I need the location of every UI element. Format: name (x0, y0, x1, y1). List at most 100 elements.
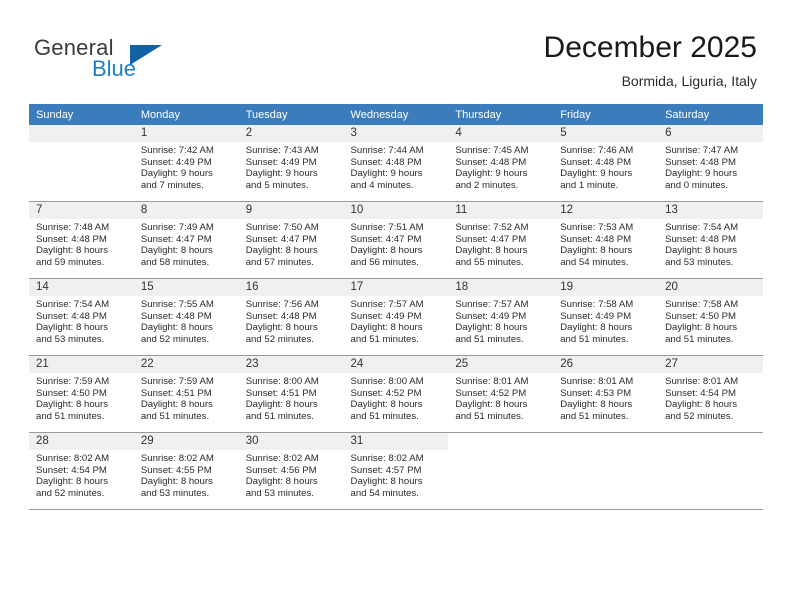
sunrise-text: Sunrise: 7:58 AM (560, 299, 634, 310)
sunset-text: Sunset: 4:49 PM (245, 156, 317, 168)
day-cell[interactable]: 25 Sunrise: 8:01 AM Sunset: 4:52 PM Dayl… (448, 355, 554, 433)
sunset-text: Sunset: 4:51 PM (140, 387, 212, 399)
daylight-text-line1: Daylight: 9 hours (350, 168, 423, 180)
day-number: 13 (658, 202, 763, 219)
daylight-text-line1: Daylight: 8 hours (245, 322, 318, 334)
calendar-grid: Sunday Monday Tuesday Wednesday Thursday… (29, 104, 763, 510)
sunset-text: Sunset: 4:57 PM (350, 464, 422, 476)
sunset-text: Sunset: 4:52 PM (455, 387, 527, 399)
daylight-text-line2: and 52 minutes. (140, 333, 210, 345)
sunrise-text: Sunrise: 7:56 AM (245, 299, 319, 310)
weekday-header-friday: Friday (553, 104, 659, 125)
day-cell[interactable]: 27 Sunrise: 8:01 AM Sunset: 4:54 PM Dayl… (658, 355, 763, 433)
day-number: 12 (553, 202, 659, 219)
day-cell[interactable]: 12 Sunrise: 7:53 AM Sunset: 4:48 PM Dayl… (553, 201, 659, 279)
day-cell[interactable]: 6 Sunrise: 7:47 AM Sunset: 4:48 PM Dayli… (658, 125, 763, 202)
day-cell-inner: 1 Sunrise: 7:42 AM Sunset: 4:49 PM Dayli… (133, 125, 239, 201)
day-cell[interactable]: 19 Sunrise: 7:58 AM Sunset: 4:49 PM Dayl… (553, 278, 659, 356)
sunrise-text: Sunrise: 8:02 AM (245, 453, 319, 464)
day-number: 28 (29, 433, 134, 450)
day-cell[interactable]: 16 Sunrise: 7:56 AM Sunset: 4:48 PM Dayl… (238, 278, 344, 356)
day-cell[interactable]: 11 Sunrise: 7:52 AM Sunset: 4:47 PM Dayl… (448, 201, 554, 279)
day-cell[interactable]: 26 Sunrise: 8:01 AM Sunset: 4:53 PM Dayl… (553, 355, 659, 433)
day-cell[interactable]: 17 Sunrise: 7:57 AM Sunset: 4:49 PM Dayl… (343, 278, 449, 356)
day-cell-inner: 11 Sunrise: 7:52 AM Sunset: 4:47 PM Dayl… (448, 202, 554, 278)
daylight-text-line2: and 59 minutes. (36, 256, 105, 268)
day-cell[interactable]: 31 Sunrise: 8:02 AM Sunset: 4:57 PM Dayl… (343, 432, 449, 510)
sunrise-text: Sunrise: 7:54 AM (665, 222, 739, 233)
day-cell-inner: 23 Sunrise: 8:00 AM Sunset: 4:51 PM Dayl… (238, 356, 344, 432)
day-cell[interactable]: 30 Sunrise: 8:02 AM Sunset: 4:56 PM Dayl… (238, 432, 344, 510)
day-cell[interactable]: 4 Sunrise: 7:45 AM Sunset: 4:48 PM Dayli… (448, 125, 554, 202)
sunrise-text: Sunrise: 7:49 AM (140, 222, 214, 233)
day-cell[interactable]: 29 Sunrise: 8:02 AM Sunset: 4:55 PM Dayl… (133, 432, 239, 510)
day-cell[interactable]: 8 Sunrise: 7:49 AM Sunset: 4:47 PM Dayli… (133, 201, 239, 279)
day-details: Sunrise: 7:43 AM Sunset: 4:49 PM Dayligh… (239, 142, 344, 191)
daylight-text-line2: and 51 minutes. (665, 333, 734, 345)
calendar-header-row: Sunday Monday Tuesday Wednesday Thursday… (29, 104, 763, 125)
day-cell-inner: 21 Sunrise: 7:59 AM Sunset: 4:50 PM Dayl… (29, 356, 134, 432)
day-cell-inner: 26 Sunrise: 8:01 AM Sunset: 4:53 PM Dayl… (553, 356, 659, 432)
day-cell[interactable]: 18 Sunrise: 7:57 AM Sunset: 4:49 PM Dayl… (448, 278, 554, 356)
day-cell[interactable]: 2 Sunrise: 7:43 AM Sunset: 4:49 PM Dayli… (238, 125, 344, 202)
daylight-text-line2: and 2 minutes. (455, 179, 519, 191)
day-number: 4 (448, 125, 554, 142)
day-cell-inner: 7 Sunrise: 7:48 AM Sunset: 4:48 PM Dayli… (29, 202, 134, 278)
sunset-text: Sunset: 4:48 PM (665, 156, 736, 168)
day-cell[interactable]: 28 Sunrise: 8:02 AM Sunset: 4:54 PM Dayl… (29, 432, 134, 510)
day-cell[interactable]: 3 Sunrise: 7:44 AM Sunset: 4:48 PM Dayli… (343, 125, 449, 202)
day-cell[interactable]: 9 Sunrise: 7:50 AM Sunset: 4:47 PM Dayli… (238, 201, 344, 279)
day-cell[interactable]: 22 Sunrise: 7:59 AM Sunset: 4:51 PM Dayl… (133, 355, 239, 433)
sunset-text: Sunset: 4:48 PM (36, 233, 107, 245)
sunrise-text: Sunrise: 7:42 AM (140, 145, 214, 156)
daylight-text-line2: and 51 minutes. (140, 410, 210, 422)
day-cell[interactable]: 24 Sunrise: 8:00 AM Sunset: 4:52 PM Dayl… (343, 355, 449, 433)
day-number: 14 (29, 279, 134, 296)
day-cell[interactable]: 15 Sunrise: 7:55 AM Sunset: 4:48 PM Dayl… (133, 278, 239, 356)
day-cell[interactable]: 1 Sunrise: 7:42 AM Sunset: 4:49 PM Dayli… (133, 125, 239, 202)
day-cell[interactable]: 10 Sunrise: 7:51 AM Sunset: 4:47 PM Dayl… (343, 201, 449, 279)
day-cell[interactable]: 14 Sunrise: 7:54 AM Sunset: 4:48 PM Dayl… (29, 278, 134, 356)
day-number (658, 433, 763, 450)
sunset-text: Sunset: 4:50 PM (36, 387, 107, 399)
day-cell-inner: 25 Sunrise: 8:01 AM Sunset: 4:52 PM Dayl… (448, 356, 554, 432)
sunset-text: Sunset: 4:48 PM (665, 233, 736, 245)
day-details: Sunrise: 8:02 AM Sunset: 4:56 PM Dayligh… (239, 450, 344, 499)
day-number: 21 (29, 356, 134, 373)
day-number: 2 (238, 125, 344, 142)
general-blue-logo[interactable]: General Blue (34, 36, 214, 88)
sunrise-text: Sunrise: 7:50 AM (245, 222, 319, 233)
day-cell-inner: 15 Sunrise: 7:55 AM Sunset: 4:48 PM Dayl… (133, 279, 239, 355)
sunrise-text: Sunrise: 7:48 AM (36, 222, 110, 233)
sunset-text: Sunset: 4:49 PM (455, 310, 527, 322)
daylight-text-line2: and 51 minutes. (560, 333, 629, 345)
day-number: 29 (133, 433, 239, 450)
sunset-text: Sunset: 4:48 PM (455, 156, 527, 168)
day-cell[interactable]: 21 Sunrise: 7:59 AM Sunset: 4:50 PM Dayl… (29, 355, 134, 433)
sunset-text: Sunset: 4:48 PM (140, 310, 212, 322)
day-cell[interactable] (29, 125, 134, 202)
sunrise-text: Sunrise: 7:52 AM (455, 222, 529, 233)
sunrise-text: Sunrise: 7:55 AM (140, 299, 214, 310)
day-cell[interactable]: 5 Sunrise: 7:46 AM Sunset: 4:48 PM Dayli… (553, 125, 659, 202)
day-number: 20 (658, 279, 763, 296)
day-cell-inner: 29 Sunrise: 8:02 AM Sunset: 4:55 PM Dayl… (133, 433, 239, 509)
daylight-text-line1: Daylight: 8 hours (455, 322, 528, 334)
day-number: 31 (343, 433, 449, 450)
day-cell-inner (29, 125, 134, 201)
sunset-text: Sunset: 4:55 PM (140, 464, 212, 476)
day-cell[interactable]: 7 Sunrise: 7:48 AM Sunset: 4:48 PM Dayli… (29, 201, 134, 279)
day-details: Sunrise: 7:51 AM Sunset: 4:47 PM Dayligh… (344, 219, 449, 268)
day-cell[interactable]: 23 Sunrise: 8:00 AM Sunset: 4:51 PM Dayl… (238, 355, 344, 433)
daylight-text-line1: Daylight: 8 hours (36, 245, 108, 257)
day-cell[interactable]: 20 Sunrise: 7:58 AM Sunset: 4:50 PM Dayl… (658, 278, 763, 356)
sunrise-text: Sunrise: 8:01 AM (665, 376, 739, 387)
daylight-text-line2: and 55 minutes. (455, 256, 524, 268)
day-details: Sunrise: 7:56 AM Sunset: 4:48 PM Dayligh… (239, 296, 344, 345)
sunset-text: Sunset: 4:47 PM (455, 233, 527, 245)
daylight-text-line2: and 53 minutes. (36, 333, 105, 345)
calendar-week-row: 1 Sunrise: 7:42 AM Sunset: 4:49 PM Dayli… (29, 125, 763, 202)
day-details: Sunrise: 7:42 AM Sunset: 4:49 PM Dayligh… (134, 142, 239, 191)
day-details: Sunrise: 7:55 AM Sunset: 4:48 PM Dayligh… (134, 296, 239, 345)
day-cell[interactable]: 13 Sunrise: 7:54 AM Sunset: 4:48 PM Dayl… (658, 201, 763, 279)
